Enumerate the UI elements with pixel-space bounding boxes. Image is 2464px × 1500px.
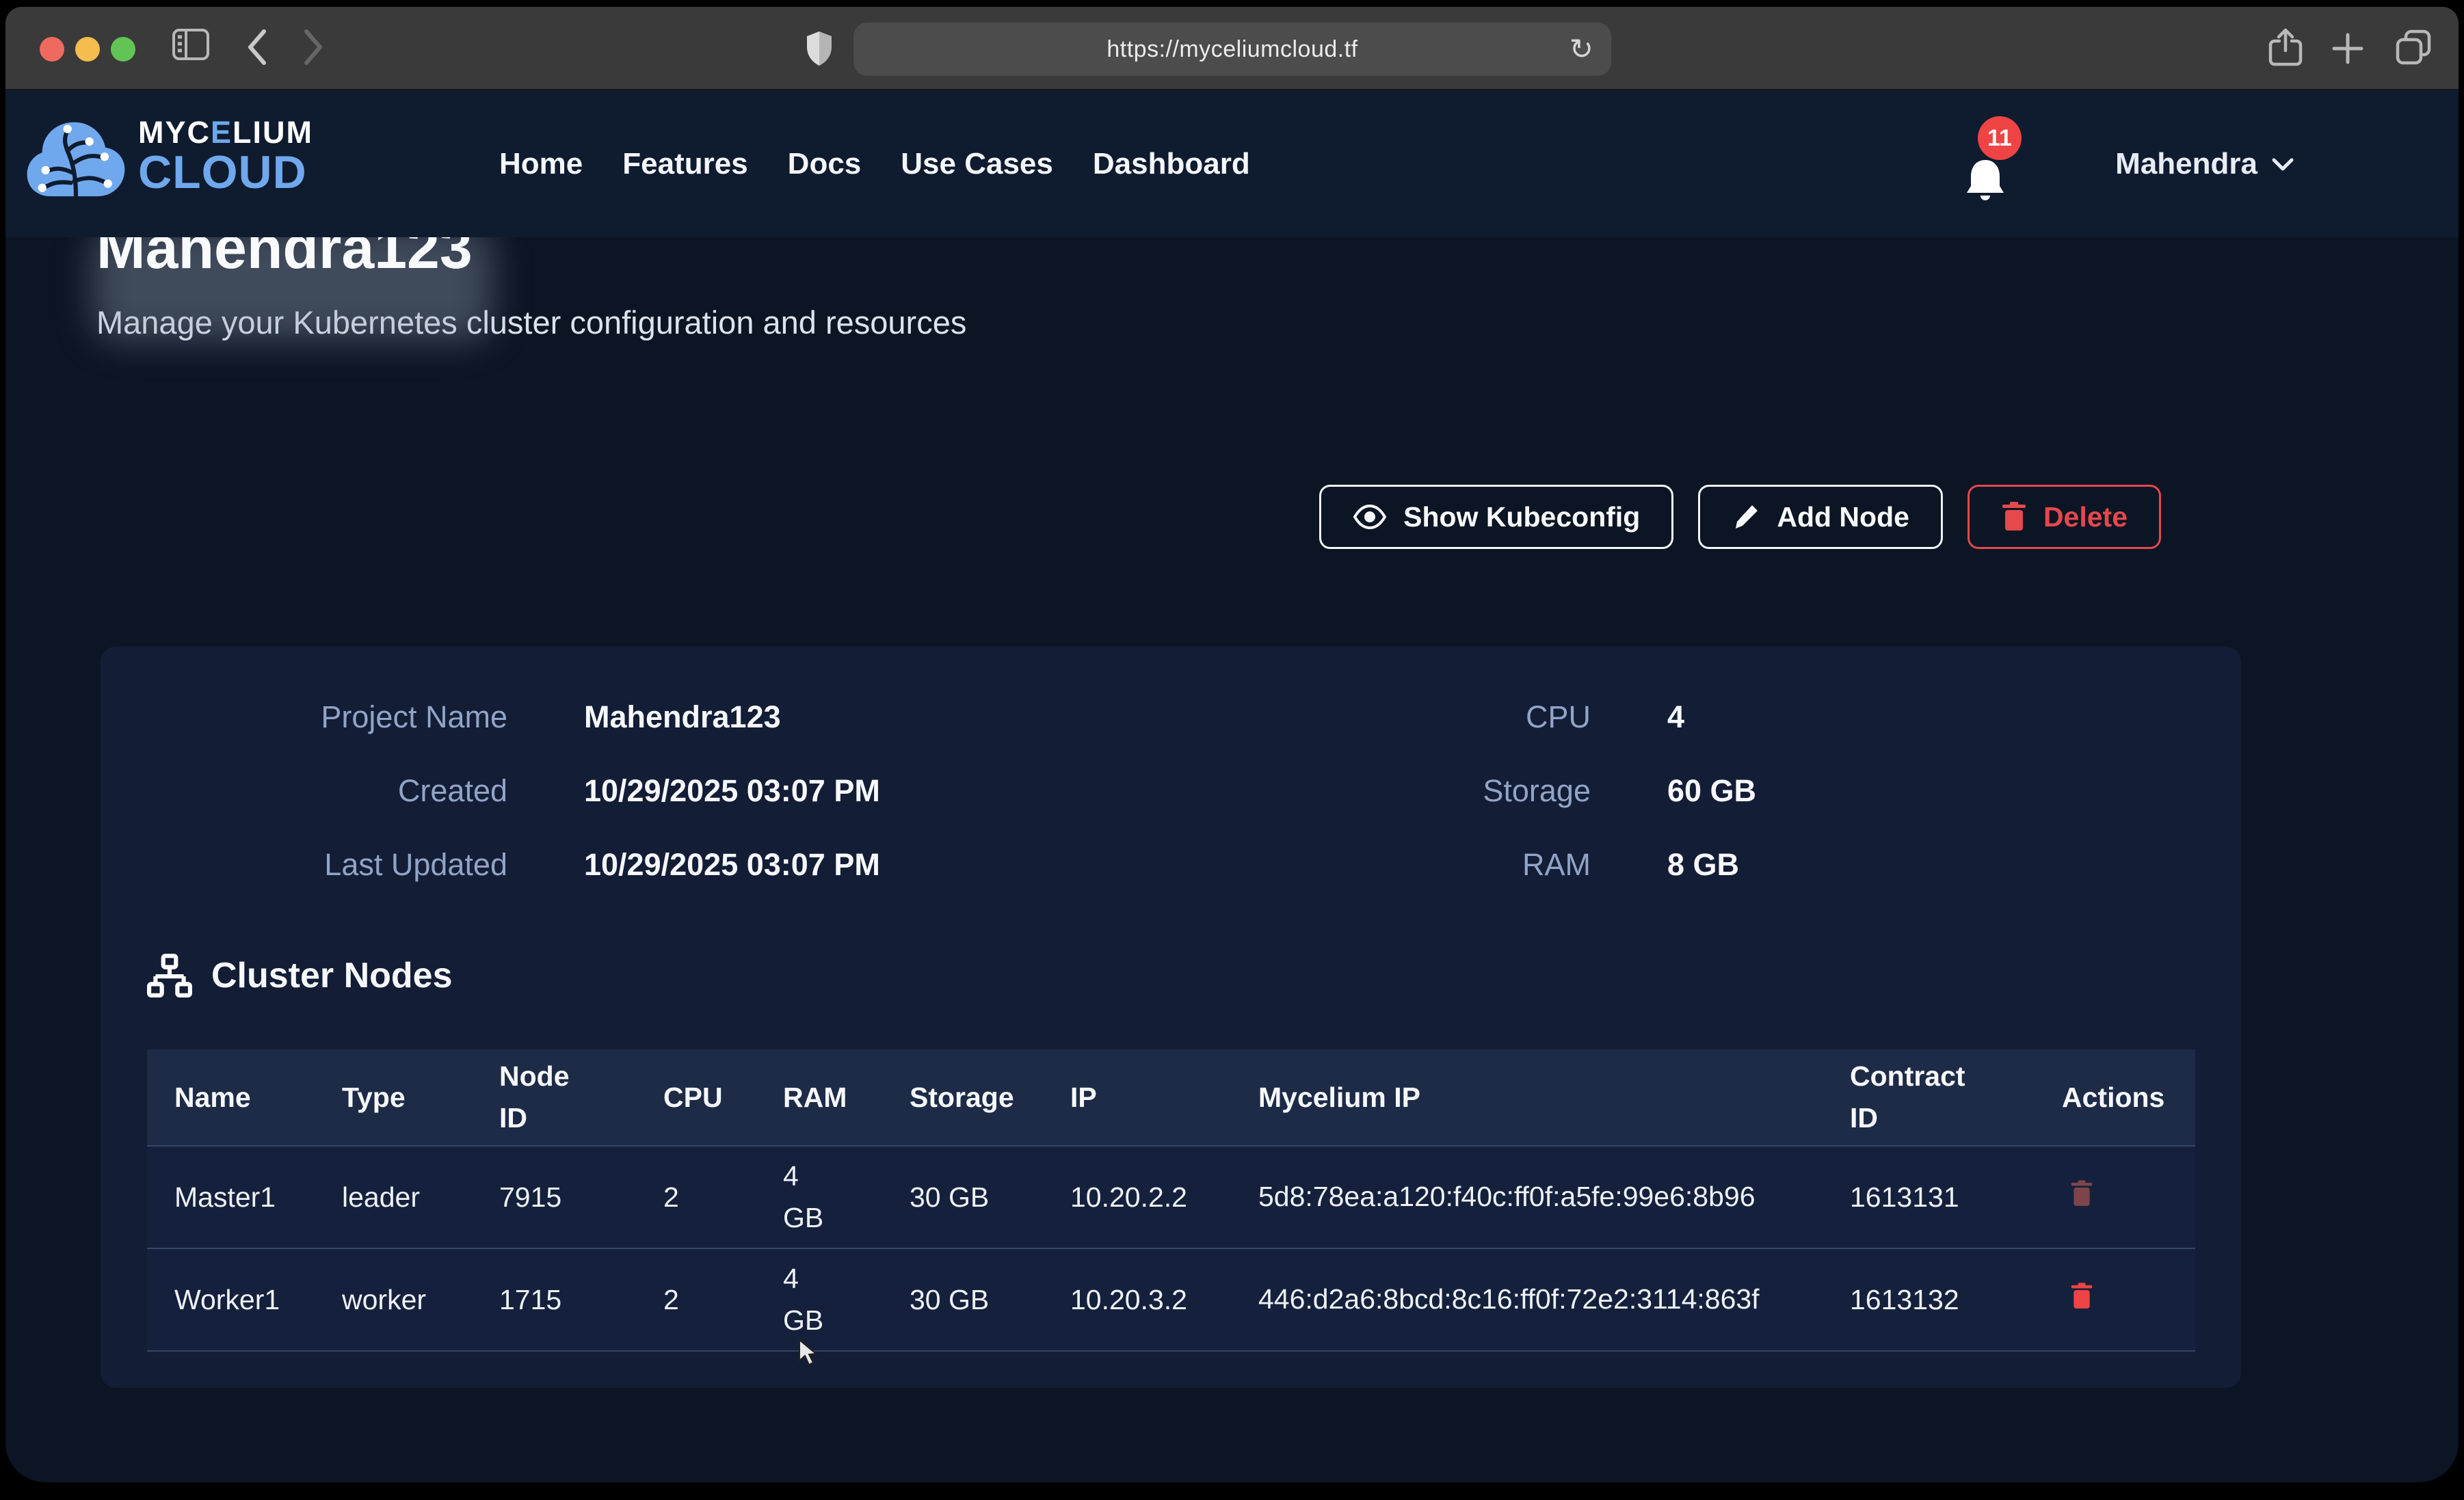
- eye-icon: [1353, 505, 1387, 529]
- nav-link-dashboard[interactable]: Dashboard: [1093, 147, 1250, 181]
- table-row: Master1 leader 7915 2 4 GB 30 GB 10.20.2…: [147, 1145, 2195, 1248]
- delete-node-button[interactable]: [2062, 1283, 2093, 1312]
- cell-cpu: 2: [663, 1284, 783, 1316]
- mouse-cursor: [797, 1339, 820, 1369]
- nav-link-features[interactable]: Features: [622, 147, 747, 181]
- bell-icon: [1963, 156, 2008, 205]
- add-node-button[interactable]: Add Node: [1698, 485, 1943, 549]
- minimize-button[interactable]: [75, 37, 100, 62]
- info-value: Mahendra123: [584, 700, 1295, 734]
- nav-link-use-cases[interactable]: Use Cases: [901, 147, 1053, 181]
- col-ip: IP: [1070, 1082, 1258, 1114]
- cell-ram: 4 GB: [783, 1258, 832, 1342]
- browser-chrome: https://myceliumcloud.tf ↻: [5, 7, 2459, 90]
- table-row: Worker1 worker 1715 2 4 GB 30 GB 10.20.3…: [147, 1248, 2195, 1350]
- cell-type: worker: [342, 1284, 499, 1316]
- cluster-info: Project Name Mahendra123 CPU 4 Created 1…: [131, 700, 2146, 882]
- cluster-actions: Show Kubeconfig Add Node: [1319, 485, 2161, 549]
- cell-storage: 30 GB: [910, 1181, 1070, 1214]
- cell-type: leader: [342, 1181, 499, 1214]
- info-label: Storage: [1372, 774, 1591, 808]
- delete-label: Delete: [2043, 501, 2128, 533]
- info-value: 8 GB: [1667, 848, 2146, 882]
- cell-contract-id: 1613132: [1850, 1284, 2062, 1316]
- site-navbar: MYCELIUM CLOUD Home Features Docs Use Ca…: [5, 90, 2459, 237]
- cell-ip: 10.20.2.2: [1070, 1181, 1258, 1214]
- cell-name: Master1: [174, 1181, 342, 1214]
- cell-node-id: 1715: [499, 1284, 663, 1316]
- cluster-nodes-heading: Cluster Nodes: [147, 953, 453, 998]
- address-bar[interactable]: https://myceliumcloud.tf ↻: [853, 23, 1611, 76]
- cell-mycelium-ip: 5d8:78ea:a120:f40c:ff0f:a5fe:99e6:8b96: [1258, 1175, 1756, 1219]
- pencil-icon: [1732, 503, 1760, 531]
- col-node-id: Node ID: [499, 1056, 578, 1140]
- url-text: https://myceliumcloud.tf: [1107, 36, 1357, 63]
- site-logo[interactable]: MYCELIUM CLOUD: [25, 112, 313, 200]
- col-actions: Actions: [2062, 1082, 2168, 1114]
- back-button-icon[interactable]: [243, 27, 271, 67]
- nav-links: Home Features Docs Use Cases Dashboard: [499, 90, 1250, 237]
- trash-icon: [2001, 502, 2027, 532]
- cluster-details-card: Project Name Mahendra123 CPU 4 Created 1…: [101, 647, 2241, 1388]
- logo-line-1: MYCELIUM: [138, 116, 313, 148]
- nodes-table: Name Type Node ID CPU RAM Storage IP Myc…: [147, 1049, 2195, 1352]
- reload-icon[interactable]: ↻: [1569, 32, 1593, 66]
- sidebar-toggle-icon[interactable]: [171, 27, 211, 62]
- forward-button-icon[interactable]: [300, 27, 327, 67]
- logo-line-2: CLOUD: [138, 149, 313, 196]
- share-icon[interactable]: [2268, 27, 2303, 68]
- info-label: Project Name: [131, 700, 507, 734]
- browser-window: https://myceliumcloud.tf ↻: [5, 7, 2459, 1482]
- info-label: Last Updated: [131, 848, 507, 882]
- cell-cpu: 2: [663, 1181, 783, 1214]
- user-name: Mahendra: [2115, 147, 2257, 181]
- cluster-nodes-title: Cluster Nodes: [211, 955, 453, 996]
- cell-node-id: 7915: [499, 1181, 663, 1214]
- delete-cluster-button[interactable]: Delete: [1968, 485, 2161, 549]
- info-label: CPU: [1372, 700, 1591, 734]
- user-menu[interactable]: Mahendra: [2115, 90, 2294, 237]
- privacy-shield-icon[interactable]: [804, 30, 834, 67]
- show-kubeconfig-label: Show Kubeconfig: [1403, 501, 1640, 533]
- info-value: 10/29/2025 03:07 PM: [584, 774, 1295, 808]
- cell-mycelium-ip: 446:d2a6:8bcd:8c16:ff0f:72e2:3114:863f: [1258, 1278, 1760, 1322]
- tab-overview-icon[interactable]: [2394, 27, 2433, 67]
- zoom-button[interactable]: [111, 37, 135, 62]
- mycelium-cloud-logo-icon: [25, 112, 127, 200]
- cell-storage: 30 GB: [910, 1284, 1070, 1316]
- info-value: 60 GB: [1667, 774, 2146, 808]
- cell-name: Worker1: [174, 1284, 342, 1316]
- traffic-lights: [40, 37, 135, 62]
- page-content: Mahendra123: [5, 90, 2459, 1481]
- col-contract-id: Contract ID: [1850, 1056, 1970, 1140]
- col-ram: RAM: [783, 1082, 910, 1114]
- cell-ram: 4 GB: [783, 1155, 832, 1240]
- col-mycelium-ip: Mycelium IP: [1258, 1082, 1850, 1114]
- cell-ip: 10.20.3.2: [1070, 1284, 1258, 1316]
- add-node-label: Add Node: [1777, 501, 1909, 533]
- info-label: RAM: [1372, 848, 1591, 882]
- cluster-nodes-icon: [147, 953, 192, 998]
- col-cpu: CPU: [663, 1082, 783, 1114]
- chevron-down-icon: [2271, 157, 2294, 172]
- info-value: 10/29/2025 03:07 PM: [584, 848, 1295, 882]
- col-name: Name: [174, 1082, 342, 1114]
- cell-contract-id: 1613131: [1850, 1181, 2062, 1214]
- info-value: 4: [1667, 700, 2146, 734]
- nav-link-home[interactable]: Home: [499, 147, 583, 181]
- trash-icon: [2070, 1180, 2093, 1207]
- notification-badge: 11: [1978, 116, 2022, 160]
- close-button[interactable]: [40, 37, 64, 62]
- notifications-button[interactable]: 11: [1963, 156, 2011, 209]
- trash-icon: [2070, 1283, 2093, 1310]
- col-storage: Storage: [910, 1082, 1070, 1114]
- screen: https://myceliumcloud.tf ↻: [0, 0, 2464, 1500]
- table-header-row: Name Type Node ID CPU RAM Storage IP Myc…: [147, 1049, 2195, 1145]
- nav-link-docs[interactable]: Docs: [788, 147, 862, 181]
- show-kubeconfig-button[interactable]: Show Kubeconfig: [1319, 485, 1673, 549]
- info-label: Created: [131, 774, 507, 808]
- delete-node-button[interactable]: [2062, 1180, 2093, 1209]
- new-tab-icon[interactable]: [2331, 31, 2365, 66]
- col-type: Type: [342, 1082, 499, 1114]
